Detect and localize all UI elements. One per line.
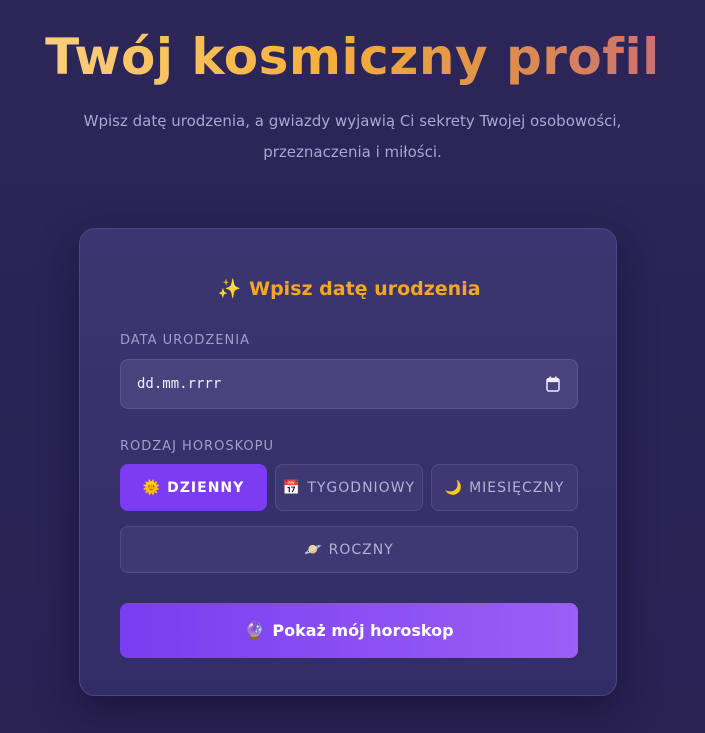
subtitle-line-1: Wpisz datę urodzenia, a gwiazdy wyjawią … xyxy=(83,112,622,130)
form-title-text: Wpisz datę urodzenia xyxy=(249,278,481,300)
birthdate-label: DATA URODZENIA xyxy=(120,333,250,348)
horoscope-type-label: RODZAJ HOROSKOPU xyxy=(120,439,274,454)
birthdate-input[interactable]: dd.mm.rrrr xyxy=(120,359,578,409)
sun-icon: 🌞 xyxy=(142,479,161,496)
option-monthly-button[interactable]: 🌙 MIESIĘCZNY xyxy=(431,464,578,511)
planet-icon: 🪐 xyxy=(304,541,322,558)
option-yearly-button[interactable]: 🪐 ROCZNY xyxy=(120,526,578,573)
page-subtitle: Wpisz datę urodzenia, a gwiazdy wyjawią … xyxy=(50,106,655,168)
show-horoscope-button[interactable]: 🔮 Pokaż mój horoskop xyxy=(120,603,578,658)
sparkles-icon: ✨ xyxy=(217,278,242,300)
option-yearly-label: ROCZNY xyxy=(328,541,394,558)
option-weekly-button[interactable]: 📅 TYGODNIOWY xyxy=(275,464,423,511)
birthdate-form-card: ✨ Wpisz datę urodzenia DATA URODZENIA dd.… xyxy=(79,228,617,696)
option-daily-label: DZIENNY xyxy=(167,479,245,496)
calendar-emoji-icon: 📅 xyxy=(282,479,301,496)
calendar-icon[interactable] xyxy=(546,376,560,392)
page-title: Twój kosmiczny profil xyxy=(0,22,705,92)
subtitle-line-2: przeznaczenia i miłości. xyxy=(263,143,442,161)
option-daily-button[interactable]: 🌞 DZIENNY xyxy=(120,464,267,511)
show-horoscope-label: Pokaż mój horoskop xyxy=(272,621,454,640)
moon-icon: 🌙 xyxy=(444,479,463,496)
birthdate-input-value: dd.mm.rrrr xyxy=(137,376,222,392)
option-monthly-label: MIESIĘCZNY xyxy=(469,479,565,496)
option-weekly-label: TYGODNIOWY xyxy=(307,479,416,496)
form-title: ✨ Wpisz datę urodzenia xyxy=(80,275,618,303)
crystal-ball-icon: 🔮 xyxy=(244,621,265,640)
